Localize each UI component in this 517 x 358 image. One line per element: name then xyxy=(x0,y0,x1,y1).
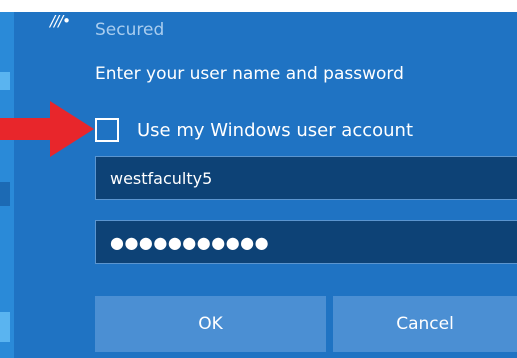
edge-stripe xyxy=(0,72,10,90)
screenshot-frame: ///• Secured Enter your user name and pa… xyxy=(0,0,517,358)
top-edge xyxy=(0,0,517,12)
edge-stripe xyxy=(0,312,10,342)
windows-account-option[interactable]: Use my Windows user account xyxy=(95,116,413,144)
wifi-icon: ///• xyxy=(50,12,71,30)
edge-stripe xyxy=(0,182,10,206)
use-windows-account-label[interactable]: Use my Windows user account xyxy=(137,120,413,141)
background-window-edge xyxy=(0,12,14,358)
cancel-button[interactable]: Cancel xyxy=(333,296,517,352)
password-field[interactable]: ●●●●●●●●●●● xyxy=(95,220,517,264)
username-field[interactable]: westfaculty5 xyxy=(95,156,517,200)
network-status-text: Secured xyxy=(95,20,165,40)
use-windows-account-checkbox[interactable] xyxy=(95,118,119,142)
ok-button[interactable]: OK xyxy=(95,296,326,352)
network-sign-in-dialog: ///• Secured Enter your user name and pa… xyxy=(44,12,517,358)
red-pointer-arrow-icon xyxy=(0,101,94,157)
credentials-prompt: Enter your user name and password xyxy=(95,64,404,84)
